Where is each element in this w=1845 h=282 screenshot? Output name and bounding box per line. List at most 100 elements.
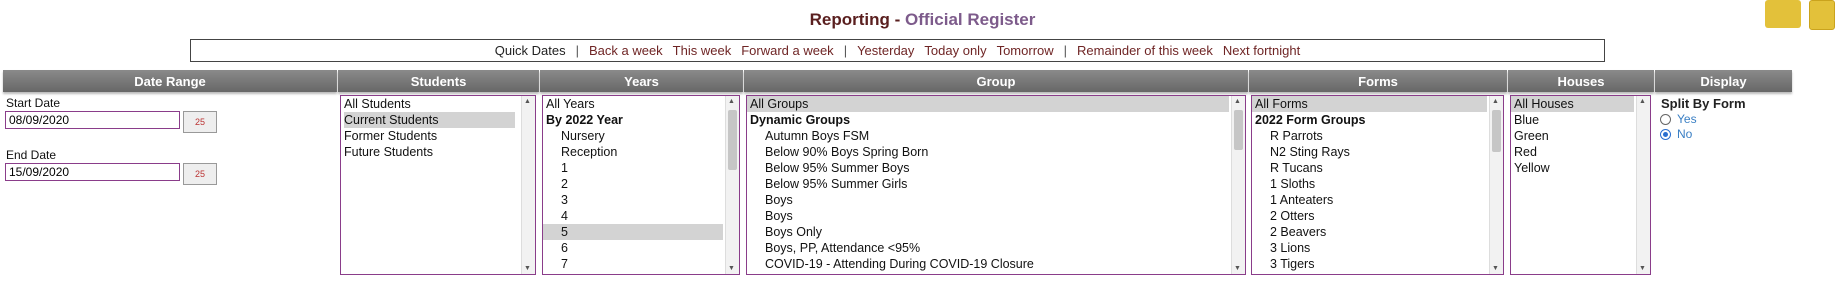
list-item[interactable]: Former Students: [341, 128, 535, 144]
scroll-down-icon[interactable]: ▼: [1234, 265, 1241, 272]
print-icon[interactable]: [1765, 0, 1801, 28]
scroll-down-icon[interactable]: ▼: [524, 265, 531, 272]
students-scrollbar[interactable]: ▲ ▼: [521, 96, 535, 274]
list-item[interactable]: Boys Only: [747, 224, 1245, 240]
end-date-calendar-icon[interactable]: 25: [183, 163, 217, 185]
list-item[interactable]: Future Students: [341, 144, 535, 160]
yesterday-link[interactable]: Yesterday: [857, 43, 914, 58]
forward-a-week-link[interactable]: Forward a week: [741, 43, 833, 58]
students-listbox[interactable]: All Students Current Students Former Stu…: [340, 95, 536, 275]
forms-header: Forms: [1249, 70, 1507, 92]
list-item-selected[interactable]: All Houses: [1511, 96, 1634, 112]
list-item[interactable]: 3 Lions: [1252, 240, 1503, 256]
group-listbox[interactable]: All Groups Dynamic Groups Autumn Boys FS…: [746, 95, 1246, 275]
download-icon[interactable]: [1809, 0, 1835, 30]
quick-dates-bar: Quick Dates | Back a week This week Forw…: [190, 39, 1605, 62]
scroll-down-icon[interactable]: ▼: [1492, 265, 1499, 272]
list-item[interactable]: All Years: [543, 96, 739, 112]
list-item[interactable]: 6: [543, 240, 739, 256]
split-no-label[interactable]: No: [1677, 127, 1692, 141]
quick-dates-label: Quick Dates: [494, 43, 566, 58]
list-item[interactable]: 3 Tigers: [1252, 256, 1503, 272]
split-no-radio[interactable]: [1660, 128, 1671, 140]
students-header: Students: [338, 70, 539, 92]
list-item-selected[interactable]: All Forms: [1252, 96, 1487, 112]
separator: |: [1063, 43, 1068, 58]
group-header: Group: [744, 70, 1248, 92]
forms-listbox[interactable]: All Forms 2022 Form Groups R Parrots N2 …: [1251, 95, 1504, 275]
forms-scrollbar[interactable]: ▲ ▼: [1489, 96, 1503, 274]
list-item[interactable]: 3: [543, 192, 739, 208]
scroll-up-icon[interactable]: ▲: [524, 98, 531, 105]
list-item[interactable]: Reception: [543, 144, 739, 160]
scroll-up-icon[interactable]: ▲: [1234, 98, 1241, 105]
list-item[interactable]: 1: [543, 160, 739, 176]
list-item[interactable]: 2: [543, 176, 739, 192]
houses-header: Houses: [1508, 70, 1654, 92]
list-item[interactable]: Boys: [747, 208, 1245, 224]
houses-scrollbar[interactable]: ▲ ▼: [1636, 96, 1650, 274]
start-date-input[interactable]: [5, 111, 180, 129]
list-group-heading: By 2022 Year: [546, 113, 623, 127]
group-scrollbar[interactable]: ▲ ▼: [1231, 96, 1245, 274]
years-listbox[interactable]: All Years By 2022 Year Nursery Reception…: [542, 95, 740, 275]
scroll-thumb[interactable]: [1234, 110, 1243, 150]
display-header: Display: [1655, 70, 1792, 92]
end-date-input[interactable]: [5, 163, 180, 181]
list-item-selected[interactable]: All Groups: [747, 96, 1229, 112]
start-date-calendar-icon[interactable]: 25: [183, 111, 217, 133]
list-item[interactable]: Autumn Boys FSM: [747, 128, 1245, 144]
list-item[interactable]: 1 Anteaters: [1252, 192, 1503, 208]
title-main: Official Register: [905, 10, 1036, 29]
this-week-link[interactable]: This week: [673, 43, 732, 58]
split-yes-radio[interactable]: [1660, 113, 1671, 125]
scroll-up-icon[interactable]: ▲: [728, 98, 735, 105]
list-item-selected[interactable]: 5: [543, 224, 723, 240]
scroll-thumb[interactable]: [1492, 110, 1501, 152]
calendar-icon-label: 25: [194, 169, 205, 179]
scroll-up-icon[interactable]: ▲: [1639, 98, 1646, 105]
end-date-label: End Date: [6, 148, 57, 162]
today-only-link[interactable]: Today only: [924, 43, 986, 58]
list-item[interactable]: 2 Otters: [1252, 208, 1503, 224]
top-toolbar: [1765, 0, 1835, 30]
title-prefix: Reporting -: [809, 10, 905, 29]
list-item[interactable]: Green: [1511, 128, 1650, 144]
houses-listbox[interactable]: All Houses Blue Green Red Yellow ▲ ▼: [1510, 95, 1651, 275]
remainder-of-week-link[interactable]: Remainder of this week: [1077, 43, 1213, 58]
years-scrollbar[interactable]: ▲ ▼: [725, 96, 739, 274]
list-item[interactable]: Below 95% Summer Boys: [747, 160, 1245, 176]
list-item[interactable]: Blue: [1511, 112, 1650, 128]
years-header: Years: [540, 70, 743, 92]
list-item-selected[interactable]: Current Students: [344, 112, 515, 128]
tomorrow-link[interactable]: Tomorrow: [997, 43, 1054, 58]
list-item[interactable]: 7: [543, 256, 739, 272]
list-item[interactable]: 1 Sloths: [1252, 176, 1503, 192]
list-item[interactable]: 4: [543, 208, 739, 224]
scroll-down-icon[interactable]: ▼: [728, 265, 735, 272]
list-item[interactable]: N2 Sting Rays: [1252, 144, 1503, 160]
list-item[interactable]: R Tucans: [1252, 160, 1503, 176]
list-group-heading: 2022 Form Groups: [1255, 113, 1366, 127]
list-item[interactable]: R Parrots: [1252, 128, 1503, 144]
split-yes-option[interactable]: Yes: [1660, 112, 1697, 126]
list-item[interactable]: Red: [1511, 144, 1650, 160]
scroll-up-icon[interactable]: ▲: [1492, 98, 1499, 105]
scroll-down-icon[interactable]: ▼: [1639, 265, 1646, 272]
list-item[interactable]: Boys, PP, Attendance <95%: [747, 240, 1245, 256]
calendar-icon-label: 25: [194, 117, 205, 127]
split-no-option[interactable]: No: [1660, 127, 1692, 141]
next-fortnight-link[interactable]: Next fortnight: [1223, 43, 1300, 58]
list-item[interactable]: Below 95% Summer Girls: [747, 176, 1245, 192]
list-item[interactable]: 2 Beavers: [1252, 224, 1503, 240]
list-item[interactable]: Below 90% Boys Spring Born: [747, 144, 1245, 160]
start-date-label: Start Date: [6, 96, 61, 110]
list-item[interactable]: All Students: [341, 96, 535, 112]
back-a-week-link[interactable]: Back a week: [589, 43, 663, 58]
scroll-thumb[interactable]: [728, 110, 737, 170]
list-item[interactable]: COVID-19 - Attending During COVID-19 Clo…: [747, 256, 1245, 272]
list-item[interactable]: Yellow: [1511, 160, 1650, 176]
list-item[interactable]: Nursery: [543, 128, 739, 144]
split-yes-label[interactable]: Yes: [1677, 112, 1697, 126]
list-item[interactable]: Boys: [747, 192, 1245, 208]
